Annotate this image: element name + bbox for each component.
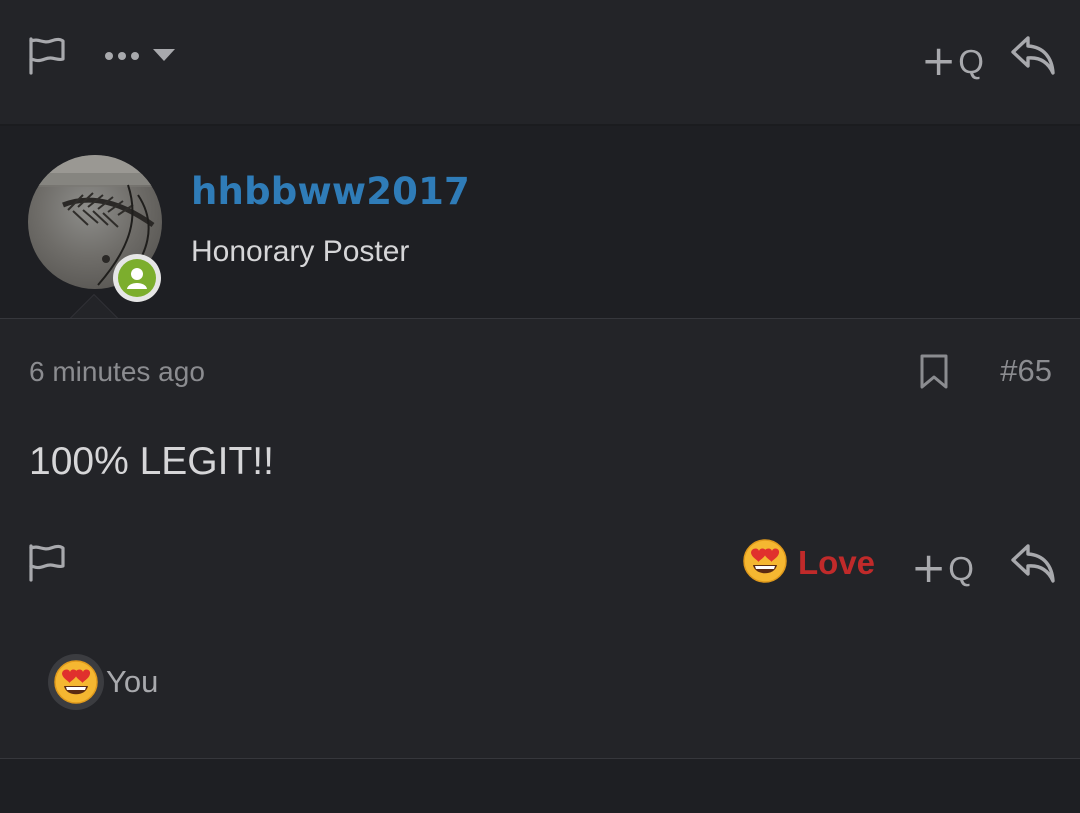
user-title: Honorary Poster [191, 235, 410, 268]
user-block-pointer [70, 294, 118, 318]
caret-down-icon[interactable] [152, 47, 176, 66]
love-reaction-button[interactable]: Love [742, 538, 876, 588]
post-timestamp[interactable]: 6 minutes ago [29, 356, 205, 388]
heart-eyes-emoji [48, 654, 104, 710]
reactions-list[interactable]: You [48, 654, 158, 710]
ellipsis-icon[interactable] [104, 47, 140, 66]
bookmark-icon[interactable] [919, 354, 949, 390]
post-number-link[interactable]: #65 [1000, 353, 1052, 389]
quote-label: Q [948, 549, 974, 587]
reply-icon[interactable] [1010, 34, 1056, 76]
online-user-icon [113, 254, 161, 302]
username-link[interactable]: hhbbww2017 [191, 170, 470, 213]
heart-eyes-emoji [742, 538, 788, 588]
plus-icon: + [911, 543, 947, 592]
quote-label: Q [958, 42, 984, 80]
next-post-divider [0, 758, 1080, 813]
user-info-block [0, 126, 1080, 319]
reactor-name: You [106, 664, 159, 699]
flag-icon[interactable] [27, 36, 67, 76]
reply-icon[interactable] [1010, 542, 1056, 584]
post-page: + Q hhbbww2017 Honorary Poster 6 minutes… [0, 0, 1080, 813]
multi-quote-button[interactable]: + Q [911, 547, 974, 589]
flag-icon[interactable] [27, 543, 67, 583]
top-action-bar: + Q [0, 0, 1080, 126]
reaction-label: Love [798, 544, 876, 581]
post-body-text: 100% LEGIT!! [29, 440, 274, 483]
multi-quote-button[interactable]: + Q [921, 40, 984, 82]
more-options-menu[interactable] [104, 44, 176, 68]
plus-icon: + [921, 36, 957, 85]
